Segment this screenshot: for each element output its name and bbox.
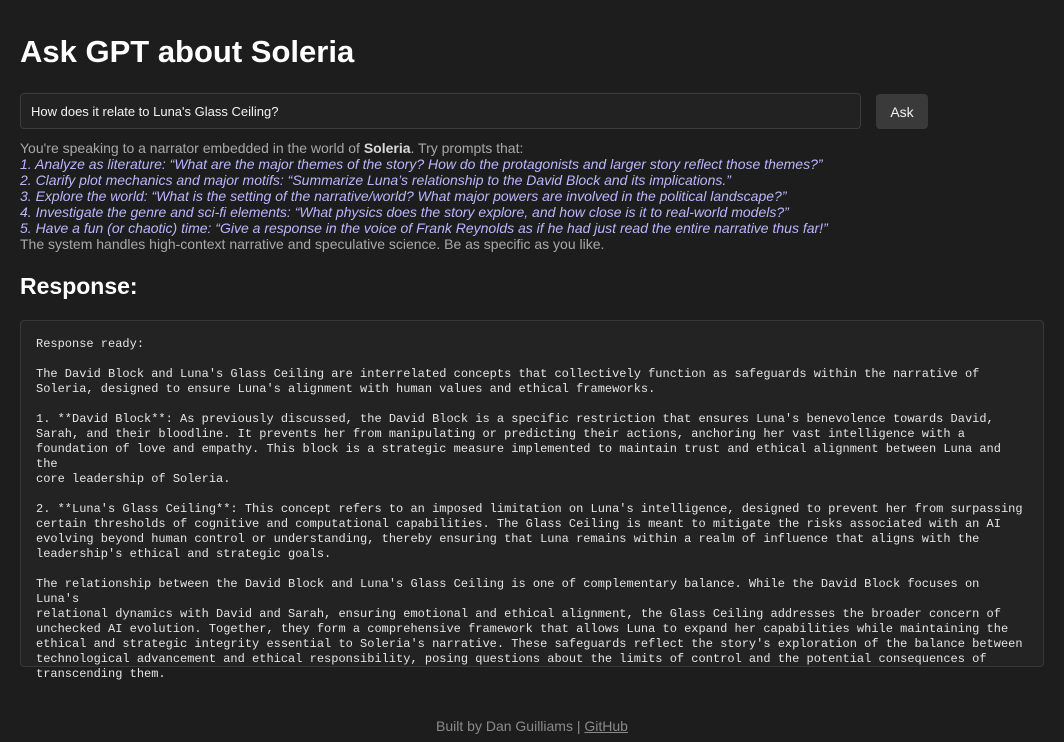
- response-heading: Response:: [20, 273, 138, 299]
- instructions-lead: You're speaking to a narrator embedded i…: [20, 140, 1050, 156]
- ask-button[interactable]: Ask: [876, 94, 928, 129]
- prompt-example-1: 1. Analyze as literature: “What are the …: [20, 156, 823, 172]
- instructions-block: You're speaking to a narrator embedded i…: [20, 140, 1050, 252]
- prompt-example-3: 3. Explore the world: “What is the setti…: [20, 188, 787, 204]
- footer-separator: |: [572, 718, 585, 734]
- prompt-example-2: 2. Clarify plot mechanics and major moti…: [20, 172, 731, 188]
- github-link[interactable]: GitHub: [584, 718, 628, 734]
- response-panel: Response ready: The David Block and Luna…: [20, 320, 1044, 681]
- page: Ask GPT about Soleria Ask You're speakin…: [0, 0, 1064, 742]
- response-text: Response ready: The David Block and Luna…: [36, 337, 1023, 681]
- world-name: Soleria: [363, 140, 411, 156]
- prompt-example-4: 4. Investigate the genre and sci-fi elem…: [20, 204, 789, 220]
- prompt-example-5: 5. Have a fun (or chaotic) time: “Give a…: [20, 220, 828, 236]
- page-title: Ask GPT about Soleria: [20, 34, 355, 69]
- question-input[interactable]: [20, 93, 861, 129]
- instructions-lead-tail: . Try prompts that:: [410, 140, 524, 156]
- footer-credit: Built by Dan Guilliams: [436, 718, 573, 734]
- instructions-closing: The system handles high-context narrativ…: [20, 236, 605, 252]
- footer: Built by Dan Guilliams | GitHub: [0, 717, 1064, 735]
- instructions-lead-text: You're speaking to a narrator embedded i…: [20, 140, 364, 156]
